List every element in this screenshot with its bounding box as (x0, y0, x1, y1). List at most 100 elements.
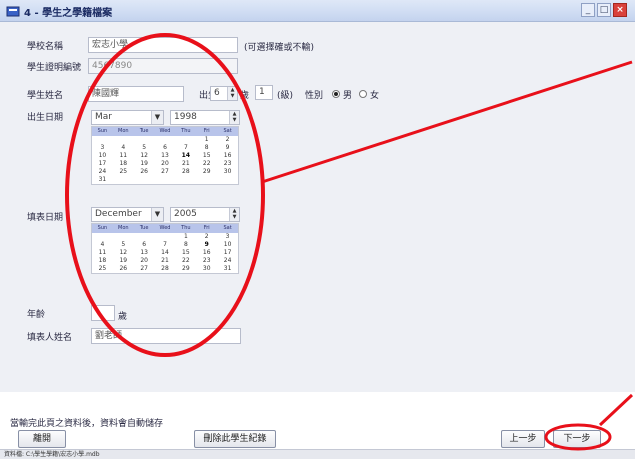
grade-spinner[interactable]: 1 (255, 85, 273, 100)
calendar-day[interactable]: 20 (134, 257, 155, 265)
calendar-day[interactable]: 7 (155, 241, 176, 249)
calendar-day[interactable]: 29 (175, 265, 196, 273)
calendar-day[interactable]: 17 (217, 249, 238, 257)
calendar-day[interactable]: 29 (196, 168, 217, 176)
calendar-day[interactable]: 18 (113, 160, 134, 168)
calendar-day[interactable]: 30 (217, 168, 238, 176)
calendar-day (155, 136, 176, 144)
calendar-day[interactable]: 15 (175, 249, 196, 257)
minimize-button[interactable]: _ (581, 3, 595, 17)
calendar-day[interactable]: 6 (155, 144, 176, 152)
calendar-day[interactable]: 9 (217, 144, 238, 152)
calendar-day[interactable]: 5 (113, 241, 134, 249)
calendar-day[interactable]: 15 (196, 152, 217, 160)
name-field[interactable]: 陳國輝 (88, 86, 184, 102)
calendar-day[interactable]: 20 (155, 160, 176, 168)
calendar-day[interactable]: 22 (196, 160, 217, 168)
calendar-day[interactable]: 25 (113, 168, 134, 176)
calendar-day[interactable]: 14 (175, 152, 196, 160)
calendar-day[interactable]: 27 (155, 168, 176, 176)
spinner-arrows-icon[interactable]: ▲ ▼ (229, 111, 239, 124)
age-field[interactable] (91, 305, 115, 321)
calendar-day[interactable]: 26 (134, 168, 155, 176)
calendar-day[interactable]: 31 (217, 265, 238, 273)
calendar-day[interactable]: 18 (92, 257, 113, 265)
calendar-day[interactable]: 6 (134, 241, 155, 249)
maximize-button[interactable]: □ (597, 3, 611, 17)
previous-button[interactable]: 上一步 (501, 430, 545, 448)
calendar-day[interactable]: 24 (217, 257, 238, 265)
calendar-day[interactable]: 31 (92, 176, 113, 184)
calendar-day[interactable]: 1 (196, 136, 217, 144)
calendar-day[interactable]: 11 (113, 152, 134, 160)
student-id-label: 學生證明編號 (27, 63, 82, 73)
fill-calendar[interactable]: Sun Mon Tue Wed Thu Fri Sat 1 2 3 4 5 6 7 8 9 10 11 12 13 1… (91, 223, 239, 274)
next-button[interactable]: 下一步 (553, 430, 601, 448)
calendar-weekday: Thu (181, 128, 191, 134)
calendar-day[interactable]: 30 (196, 265, 217, 273)
calendar-day[interactable]: 10 (217, 241, 238, 249)
chevron-down-icon[interactable]: ▼ (151, 111, 163, 124)
student-id-field[interactable]: 4567890 (88, 58, 238, 74)
spinner-arrows-icon[interactable]: ▲ ▼ (227, 87, 237, 100)
calendar-weekday: Wed (159, 128, 171, 134)
leave-button[interactable]: 離開 (18, 430, 66, 448)
calendar-day[interactable]: 8 (175, 241, 196, 249)
calendar-day[interactable]: 4 (92, 241, 113, 249)
birth-calendar[interactable]: Sun Mon Tue Wed Thu Fri Sat 1 2 3 4 5 6 7 8 9 10 11 12 13 1… (91, 126, 239, 185)
calendar-day[interactable]: 19 (113, 257, 134, 265)
calendar-day[interactable]: 12 (113, 249, 134, 257)
calendar-day[interactable]: 13 (155, 152, 176, 160)
calendar-day[interactable]: 26 (113, 265, 134, 273)
calendar-day[interactable]: 7 (175, 144, 196, 152)
birth-month-select[interactable]: Mar ▼ (91, 110, 164, 125)
school-field[interactable]: 宏志小學 (88, 37, 238, 53)
calendar-day[interactable]: 5 (134, 144, 155, 152)
calendar-day[interactable]: 3 (217, 233, 238, 241)
calendar-day[interactable]: 22 (175, 257, 196, 265)
calendar-day[interactable]: 19 (134, 160, 155, 168)
spinner-arrows-icon[interactable]: ▲ ▼ (229, 208, 239, 221)
calendar-day[interactable]: 11 (92, 249, 113, 257)
calendar-day[interactable]: 1 (175, 233, 196, 241)
calendar-day[interactable]: 25 (92, 265, 113, 273)
calendar-day[interactable]: 23 (196, 257, 217, 265)
calendar-day[interactable]: 28 (175, 168, 196, 176)
calendar-day[interactable]: 27 (134, 265, 155, 273)
calendar-day (155, 233, 176, 241)
calendar-day (155, 176, 176, 184)
calendar-day[interactable]: 2 (217, 136, 238, 144)
birth-calendar-days[interactable]: 1 2 3 4 5 6 7 8 9 10 11 12 13 14 15 16 17 18 19 20 21 22 23 24 2… (92, 136, 238, 184)
calendar-day[interactable]: 23 (217, 160, 238, 168)
filler-field[interactable]: 劉老師 (91, 328, 241, 344)
calendar-day[interactable]: 3 (92, 144, 113, 152)
form-panel: 學校名稱 宏志小學 (可選擇確或不輸) 學生證明編號 4567890 學生姓名 … (0, 22, 635, 392)
calendar-day[interactable]: 21 (175, 160, 196, 168)
age-spinner[interactable]: 6 ▲ ▼ (210, 86, 238, 101)
calendar-day[interactable]: 21 (155, 257, 176, 265)
calendar-day[interactable]: 16 (217, 152, 238, 160)
calendar-day[interactable]: 9 (196, 241, 217, 249)
calendar-day[interactable]: 4 (113, 144, 134, 152)
calendar-day[interactable]: 28 (155, 265, 176, 273)
fill-year-spinner[interactable]: 2005 ▲ ▼ (170, 207, 240, 222)
calendar-day[interactable]: 17 (92, 160, 113, 168)
calendar-day[interactable]: 14 (155, 249, 176, 257)
fill-month-select[interactable]: December ▼ (91, 207, 164, 222)
chevron-down-icon[interactable]: ▼ (151, 208, 163, 221)
fill-year-value: 2005 (174, 209, 197, 219)
calendar-day[interactable]: 13 (134, 249, 155, 257)
calendar-day[interactable]: 12 (134, 152, 155, 160)
fill-calendar-days[interactable]: 1 2 3 4 5 6 7 8 9 10 11 12 13 14 15 16 17 18 19 20 21 22 23 24 2… (92, 233, 238, 273)
birth-year-spinner[interactable]: 1998 ▲ ▼ (170, 110, 240, 125)
male-radio[interactable] (332, 90, 340, 98)
calendar-day (175, 136, 196, 144)
delete-record-button[interactable]: 刪除此學生紀錄 (194, 430, 276, 448)
female-radio[interactable] (359, 90, 367, 98)
calendar-day[interactable]: 16 (196, 249, 217, 257)
calendar-day[interactable]: 8 (196, 144, 217, 152)
close-window-button[interactable]: × (613, 3, 627, 17)
calendar-day[interactable]: 2 (196, 233, 217, 241)
calendar-day[interactable]: 10 (92, 152, 113, 160)
calendar-day[interactable]: 24 (92, 168, 113, 176)
